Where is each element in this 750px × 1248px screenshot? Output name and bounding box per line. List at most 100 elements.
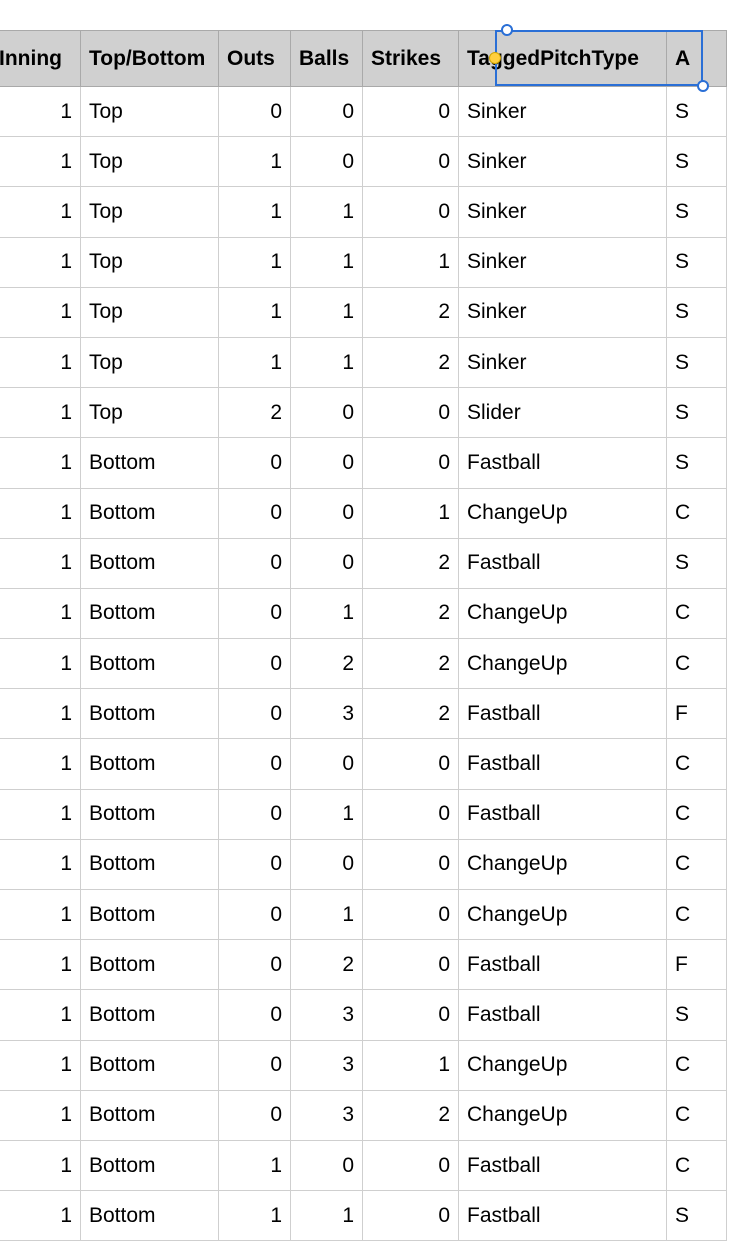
cell[interactable]: 0 (291, 388, 363, 438)
cell[interactable]: 1 (0, 237, 81, 287)
cell[interactable]: 0 (219, 689, 291, 739)
cell[interactable]: 0 (363, 388, 459, 438)
cell[interactable]: 1 (0, 1040, 81, 1090)
cell[interactable]: Sinker (459, 187, 667, 237)
col-header-next[interactable]: A (667, 31, 727, 87)
cell[interactable]: 0 (363, 739, 459, 789)
cell[interactable]: 0 (363, 1140, 459, 1190)
cell[interactable]: 0 (219, 538, 291, 588)
cell[interactable]: 1 (0, 890, 81, 940)
cell[interactable]: S (667, 237, 727, 287)
cell[interactable]: Bottom (81, 1140, 219, 1190)
cell[interactable]: Fastball (459, 1140, 667, 1190)
col-header-top-bottom[interactable]: Top/Bottom (81, 31, 219, 87)
cell[interactable]: Bottom (81, 488, 219, 538)
cell[interactable]: 0 (219, 789, 291, 839)
cell[interactable]: Top (81, 137, 219, 187)
cell[interactable]: C (667, 789, 727, 839)
cell[interactable]: 0 (291, 488, 363, 538)
cell[interactable]: 0 (363, 438, 459, 488)
cell[interactable]: 0 (219, 438, 291, 488)
cell[interactable]: 2 (291, 639, 363, 689)
cell[interactable]: 1 (0, 137, 81, 187)
cell[interactable]: C (667, 488, 727, 538)
cell[interactable]: Bottom (81, 839, 219, 889)
cell[interactable]: 0 (291, 739, 363, 789)
cell[interactable]: S (667, 337, 727, 387)
cell[interactable]: 0 (363, 87, 459, 137)
cell[interactable]: 2 (363, 337, 459, 387)
cell[interactable]: Top (81, 87, 219, 137)
cell[interactable]: 3 (291, 1090, 363, 1140)
cell[interactable]: 0 (219, 639, 291, 689)
cell[interactable]: 1 (0, 438, 81, 488)
cell[interactable]: 2 (363, 639, 459, 689)
cell[interactable]: C (667, 739, 727, 789)
cell[interactable]: Fastball (459, 438, 667, 488)
cell[interactable]: Bottom (81, 639, 219, 689)
cell[interactable]: Fastball (459, 538, 667, 588)
cell[interactable]: 1 (291, 337, 363, 387)
cell[interactable]: C (667, 1140, 727, 1190)
cell[interactable]: 0 (219, 739, 291, 789)
cell[interactable]: 0 (219, 1090, 291, 1140)
data-table[interactable]: Inning Top/Bottom Outs Balls Strikes Tag… (0, 30, 727, 1241)
cell[interactable]: ChangeUp (459, 839, 667, 889)
cell[interactable]: Bottom (81, 689, 219, 739)
cell[interactable]: 1 (0, 839, 81, 889)
cell[interactable]: 1 (363, 1040, 459, 1090)
col-header-strikes[interactable]: Strikes (363, 31, 459, 87)
cell[interactable]: F (667, 940, 727, 990)
cell[interactable]: Bottom (81, 990, 219, 1040)
cell[interactable]: 0 (219, 588, 291, 638)
cell[interactable]: 2 (363, 538, 459, 588)
cell[interactable]: Fastball (459, 1191, 667, 1241)
cell[interactable]: 1 (219, 1140, 291, 1190)
cell[interactable]: 0 (291, 1140, 363, 1190)
cell[interactable]: 0 (291, 137, 363, 187)
cell[interactable]: C (667, 1090, 727, 1140)
cell[interactable]: Fastball (459, 789, 667, 839)
cell[interactable]: C (667, 1040, 727, 1090)
col-header-balls[interactable]: Balls (291, 31, 363, 87)
cell[interactable]: 2 (363, 588, 459, 638)
cell[interactable]: Top (81, 287, 219, 337)
cell[interactable]: 0 (363, 940, 459, 990)
cell[interactable]: 1 (0, 538, 81, 588)
cell[interactable]: 1 (219, 337, 291, 387)
cell[interactable]: Bottom (81, 438, 219, 488)
cell[interactable]: 1 (291, 187, 363, 237)
cell[interactable]: 2 (363, 689, 459, 739)
cell[interactable]: 1 (219, 187, 291, 237)
cell[interactable]: 1 (0, 588, 81, 638)
cell[interactable]: 1 (219, 137, 291, 187)
cell[interactable]: 1 (291, 287, 363, 337)
cell[interactable]: 1 (0, 940, 81, 990)
cell[interactable]: 0 (219, 839, 291, 889)
cell[interactable]: 0 (363, 187, 459, 237)
cell[interactable]: Sinker (459, 87, 667, 137)
cell[interactable]: 2 (363, 287, 459, 337)
cell[interactable]: Top (81, 388, 219, 438)
cell[interactable]: 0 (363, 1191, 459, 1241)
cell[interactable]: 0 (219, 990, 291, 1040)
cell[interactable]: 1 (0, 388, 81, 438)
cell[interactable]: 0 (219, 890, 291, 940)
cell[interactable]: Bottom (81, 1191, 219, 1241)
cell[interactable]: Bottom (81, 588, 219, 638)
cell[interactable]: 2 (363, 1090, 459, 1140)
cell[interactable]: ChangeUp (459, 1040, 667, 1090)
cell[interactable]: 1 (363, 237, 459, 287)
cell[interactable]: 1 (0, 337, 81, 387)
cell[interactable]: 1 (291, 789, 363, 839)
cell[interactable]: 1 (363, 488, 459, 538)
cell[interactable]: ChangeUp (459, 639, 667, 689)
cell[interactable]: S (667, 87, 727, 137)
cell[interactable]: Fastball (459, 940, 667, 990)
cell[interactable]: Top (81, 337, 219, 387)
cell[interactable]: 1 (0, 1191, 81, 1241)
cell[interactable]: 1 (219, 1191, 291, 1241)
cell[interactable]: 0 (363, 990, 459, 1040)
cell[interactable]: S (667, 990, 727, 1040)
cell[interactable]: 1 (219, 287, 291, 337)
